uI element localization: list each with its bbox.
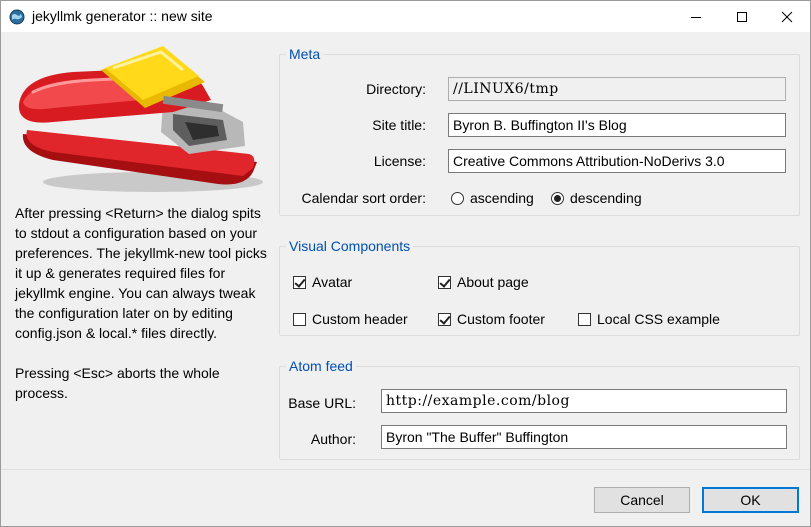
maximize-icon [737,11,747,22]
meta-group-title: Meta [286,45,324,63]
client-area: After pressing <Return> the dialog spits… [1,32,810,526]
description-paragraph-2: Pressing <Esc> aborts the whole process. [15,365,220,401]
meta-group: Meta Directory: //LINUX6/tmp Site title:… [279,45,800,216]
description-paragraph-1: After pressing <Return> the dialog spits… [15,205,267,341]
sort-ascending-radio[interactable]: ascending [451,189,534,207]
ok-button[interactable]: OK [702,487,799,513]
visual-components-group: Visual Components Avatar About page Cust… [279,237,800,336]
author-label: Author: [310,431,356,447]
site-title-label: Site title: [372,117,426,133]
maximize-button[interactable] [719,1,765,32]
description-text: After pressing <Return> the dialog spits… [15,203,270,423]
custom-footer-label: Custom footer [457,311,545,327]
avatar-label: Avatar [312,274,353,290]
close-icon [781,11,793,22]
atom-feed-group: Atom feed Base URL: http://example.com/b… [279,357,800,460]
checkbox-unchecked-icon [293,312,306,326]
base-url-label: Base URL: [288,395,356,411]
site-title-input[interactable]: Byron B. Buffington II's Blog [448,113,786,137]
custom-footer-checkbox[interactable]: Custom footer [438,310,545,328]
radio-checked-icon [551,191,564,205]
local-css-label: Local CSS example [597,311,720,327]
app-globe-icon [9,9,25,25]
radio-unchecked-icon [451,191,464,205]
checkbox-unchecked-icon [578,312,591,326]
directory-label: Directory: [366,81,426,97]
atom-group-title: Atom feed [286,357,356,375]
avatar-checkbox[interactable]: Avatar [293,273,352,291]
dialog-window: jekyllmk generator :: new site After pre… [0,0,811,527]
license-input[interactable]: Creative Commons Attribution-NoDerivs 3.… [448,149,786,173]
button-bar: Cancel OK [1,470,810,526]
minimize-icon [691,16,701,18]
checkbox-checked-icon [293,275,306,289]
checkbox-checked-icon [438,275,451,289]
about-page-checkbox[interactable]: About page [438,273,529,291]
sort-descending-radio[interactable]: descending [551,189,642,207]
author-input[interactable]: Byron "The Buffer" Buffington [381,425,787,449]
custom-header-label: Custom header [312,311,408,327]
visual-group-title: Visual Components [286,237,414,255]
close-button[interactable] [764,1,810,32]
minimize-button[interactable] [673,1,719,32]
cancel-button[interactable]: Cancel [594,487,690,513]
about-page-label: About page [457,274,529,290]
title-bar[interactable]: jekyllmk generator :: new site [1,1,810,32]
license-label: License: [373,153,426,169]
base-url-input[interactable]: http://example.com/blog [381,389,787,413]
sort-ascending-label: ascending [470,190,534,206]
sort-order-label: Calendar sort order: [301,190,426,206]
custom-header-checkbox[interactable]: Custom header [293,310,408,328]
stapler-illustration [13,42,265,202]
checkbox-checked-icon [438,312,451,326]
directory-field: //LINUX6/tmp [448,77,786,101]
sort-descending-label: descending [570,190,642,206]
window-title: jekyllmk generator :: new site [32,8,213,24]
local-css-checkbox[interactable]: Local CSS example [578,310,720,328]
